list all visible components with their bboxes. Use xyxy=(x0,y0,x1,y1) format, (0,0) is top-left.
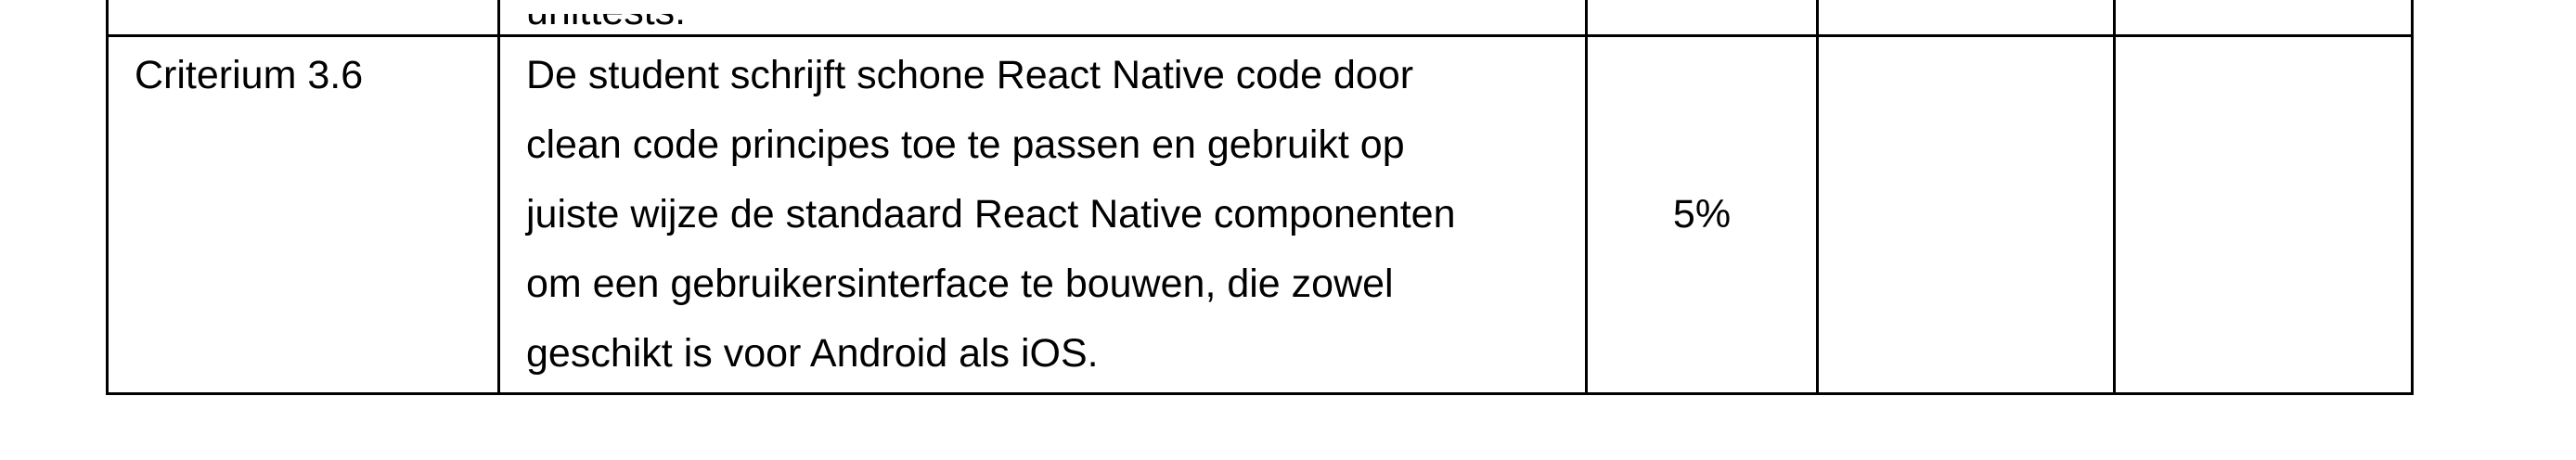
criterion-cell: Criterium 3.6 xyxy=(106,34,500,395)
table-row-previous: unittests. xyxy=(106,0,2414,37)
previous-description-cell: unittests. xyxy=(497,0,1588,37)
table-row-criterion-3-6: Criterium 3.6 De student schrijft schone… xyxy=(106,34,2414,395)
previous-description-fragment: unittests. xyxy=(526,14,686,32)
rubric-table-wrapper: unittests. Criterium 3.6 De student schr… xyxy=(106,0,2414,395)
empty-cell-1 xyxy=(1816,34,2116,395)
previous-description-fragment-wrap: unittests. xyxy=(526,14,686,32)
description-line-5: geschikt is voor Android als iOS. xyxy=(526,331,1099,376)
weight-value: 5% xyxy=(1672,192,1732,236)
criterion-label: Criterium 3.6 xyxy=(135,53,364,97)
description-line-4: om een gebruikersinterface te bouwen, di… xyxy=(526,262,1394,306)
previous-empty-cell-1 xyxy=(1816,0,2116,37)
weight-cell: 5% xyxy=(1585,34,1819,395)
description-line-3: juiste wijze de standaard React Native c… xyxy=(526,192,1456,236)
previous-empty-cell-2 xyxy=(2113,0,2414,37)
description-cell: De student schrijft schone React Native … xyxy=(497,34,1588,395)
description-line-2: clean code principes toe te passen en ge… xyxy=(526,122,1405,167)
description-line-1: De student schrijft schone React Native … xyxy=(526,53,1414,97)
previous-criterion-cell xyxy=(106,0,500,37)
empty-cell-2 xyxy=(2113,34,2414,395)
previous-weight-cell xyxy=(1585,0,1819,37)
rubric-table: unittests. Criterium 3.6 De student schr… xyxy=(106,0,2414,395)
